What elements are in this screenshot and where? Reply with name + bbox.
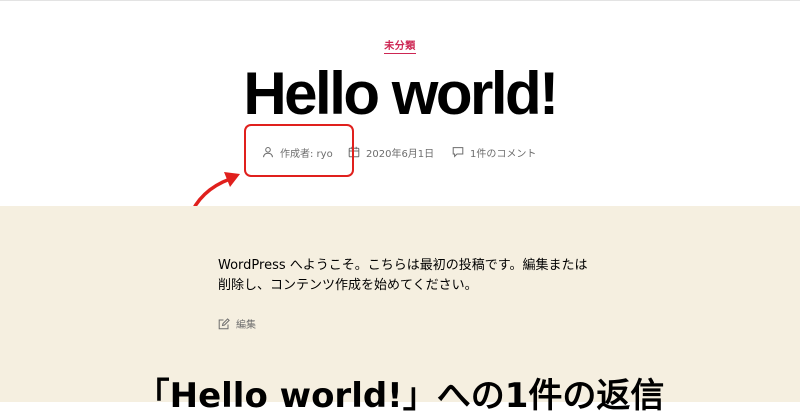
post-comments-link[interactable]: 1件のコメント bbox=[470, 145, 536, 160]
edit-label[interactable]: 編集 bbox=[236, 316, 256, 331]
post-category: 未分類 bbox=[0, 34, 800, 54]
annotation-highlight-box bbox=[244, 124, 354, 177]
comment-icon bbox=[452, 147, 464, 158]
post-header: 未分類 Hello world! 作成者: ryo 2020年6月1日 1件のコ… bbox=[0, 0, 800, 206]
post-comments-meta[interactable]: 1件のコメント bbox=[452, 144, 536, 160]
edit-icon bbox=[218, 317, 230, 329]
post-title: Hello world! bbox=[243, 60, 559, 127]
post-edit-link[interactable]: 編集 bbox=[218, 316, 256, 331]
post-date[interactable]: 2020年6月1日 bbox=[366, 145, 434, 160]
comments-heading: 「Hello world!」への1件の返信 bbox=[135, 376, 665, 416]
post-body: WordPress へようこそ。こちらは最初の投稿です。編集または削除し、コンテ… bbox=[218, 258, 588, 293]
category-link[interactable]: 未分類 bbox=[384, 41, 416, 54]
post-content: WordPress へようこそ。こちらは最初の投稿です。編集または削除し、コンテ… bbox=[0, 206, 800, 416]
post-date-meta[interactable]: 2020年6月1日 bbox=[348, 144, 434, 160]
